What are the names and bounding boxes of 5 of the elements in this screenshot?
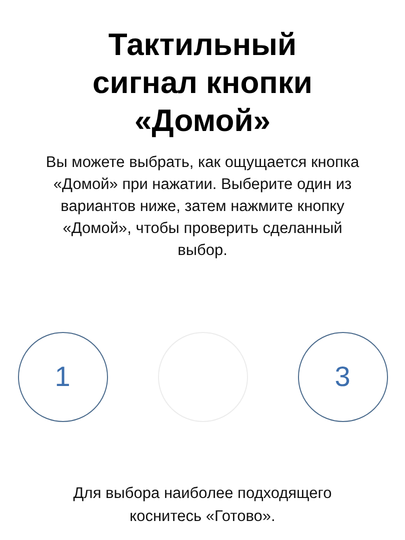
option-circle[interactable]: 3 xyxy=(298,332,388,422)
page-title: Тактильный сигнал кнопки «Домой» xyxy=(92,26,314,140)
footer-text: Для выбора наиболее подходящего коснитесь «Готово». xyxy=(72,484,333,527)
description-text: Вы можете выбрать, как ощущается кнопка «Домой» при нажатии. Выберите один из вариантов ниже, затем нажмите кнопку «Домой», чтобы проверить сделанный выбор. xyxy=(44,153,360,261)
option-circle[interactable]: 1 xyxy=(18,332,108,422)
